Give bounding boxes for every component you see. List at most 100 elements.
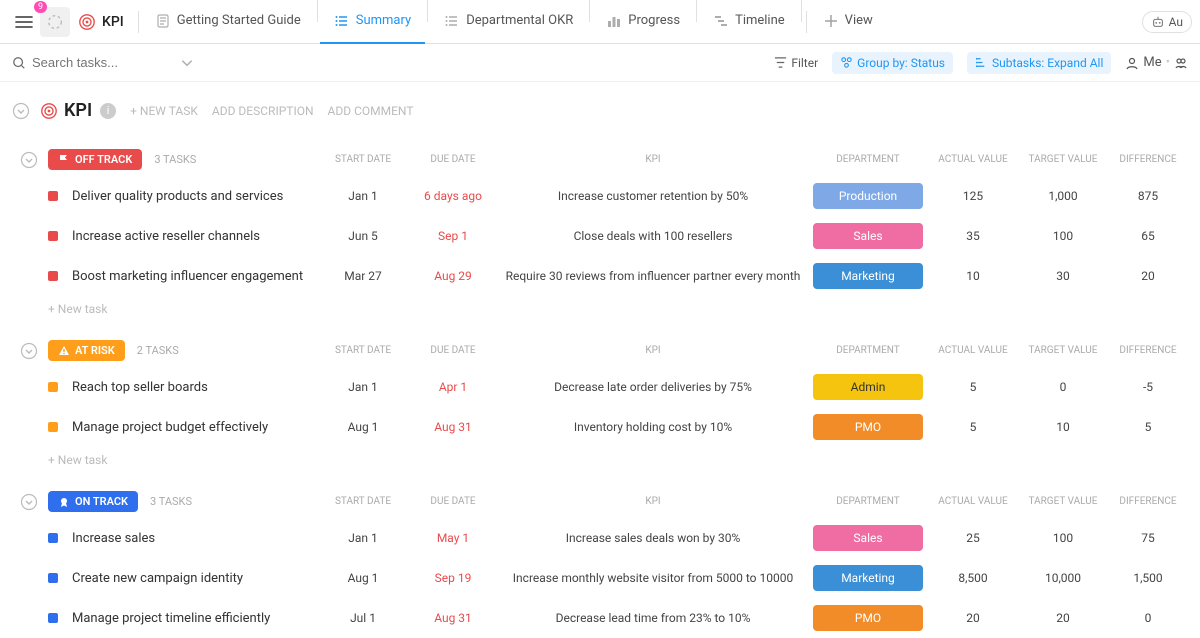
chevron-down-icon[interactable]: [180, 56, 194, 70]
difference-value[interactable]: 65: [1108, 229, 1188, 243]
kpi-text[interactable]: Close deals with 100 resellers: [498, 229, 808, 243]
actual-value[interactable]: 10: [928, 269, 1018, 283]
target-value[interactable]: 100: [1018, 229, 1108, 243]
status-square-icon[interactable]: [48, 382, 58, 392]
kpi-text[interactable]: Require 30 reviews from influencer partn…: [498, 269, 808, 283]
status-square-icon[interactable]: [48, 573, 58, 583]
status-square-icon[interactable]: [48, 533, 58, 543]
task-name[interactable]: Manage project timeline efficiently: [72, 611, 318, 626]
difference-value[interactable]: 20: [1108, 269, 1188, 283]
due-date[interactable]: Sep 1: [408, 229, 498, 243]
status-chip[interactable]: AT RISK: [48, 340, 125, 361]
kpi-text[interactable]: Decrease lead time from 23% to 10%: [498, 611, 808, 625]
dept-cell[interactable]: Sales: [808, 223, 928, 249]
automation-button[interactable]: Au: [1142, 11, 1192, 33]
status-square-icon[interactable]: [48, 271, 58, 281]
actual-value[interactable]: 35: [928, 229, 1018, 243]
start-date[interactable]: Aug 1: [318, 420, 408, 434]
target-value[interactable]: 20: [1018, 611, 1108, 625]
collapse-icon[interactable]: [20, 342, 38, 360]
new-task-link[interactable]: + New task: [0, 447, 1200, 473]
dept-cell[interactable]: Marketing: [808, 565, 928, 591]
target-value[interactable]: 30: [1018, 269, 1108, 283]
dept-cell[interactable]: Marketing: [808, 263, 928, 289]
actual-value[interactable]: 25: [928, 531, 1018, 545]
workspace-switch[interactable]: 9: [40, 7, 70, 37]
actual-value[interactable]: 8,500: [928, 571, 1018, 585]
add-description-button[interactable]: ADD DESCRIPTION: [212, 104, 314, 118]
due-date[interactable]: Apr 1: [408, 380, 498, 394]
dept-cell[interactable]: PMO: [808, 414, 928, 440]
target-value[interactable]: 0: [1018, 380, 1108, 394]
due-date[interactable]: 6 days ago: [408, 189, 498, 203]
new-task-button[interactable]: + NEW TASK: [130, 104, 198, 118]
target-value[interactable]: 10,000: [1018, 571, 1108, 585]
actual-value[interactable]: 20: [928, 611, 1018, 625]
target-value[interactable]: 10: [1018, 420, 1108, 434]
due-date[interactable]: Aug 31: [408, 611, 498, 625]
new-task-link[interactable]: + New task: [0, 296, 1200, 322]
actual-value[interactable]: 5: [928, 420, 1018, 434]
start-date[interactable]: Jan 1: [318, 531, 408, 545]
difference-value[interactable]: 75: [1108, 531, 1188, 545]
tab-departmental-okr[interactable]: Departmental OKR: [430, 0, 587, 44]
collapse-icon[interactable]: [20, 151, 38, 169]
status-square-icon[interactable]: [48, 191, 58, 201]
start-date[interactable]: Aug 1: [318, 571, 408, 585]
task-name[interactable]: Manage project budget effectively: [72, 420, 318, 435]
due-date[interactable]: Sep 19: [408, 571, 498, 585]
difference-value[interactable]: -5: [1108, 380, 1188, 394]
due-date[interactable]: May 1: [408, 531, 498, 545]
start-date[interactable]: Jul 1: [318, 611, 408, 625]
tab-getting-started-guide[interactable]: Getting Started Guide: [141, 0, 315, 44]
start-date[interactable]: Jan 1: [318, 380, 408, 394]
kpi-text[interactable]: Decrease late order deliveries by 75%: [498, 380, 808, 394]
task-row[interactable]: Manage project timeline efficientlyJul 1…: [0, 598, 1200, 638]
due-date[interactable]: Aug 31: [408, 420, 498, 434]
assignee-filter[interactable]: Me •: [1125, 55, 1188, 70]
status-chip[interactable]: ON TRACK: [48, 491, 138, 512]
difference-value[interactable]: 875: [1108, 189, 1188, 203]
subtasks-button[interactable]: Subtasks: Expand All: [967, 52, 1111, 74]
start-date[interactable]: Jun 5: [318, 229, 408, 243]
task-row[interactable]: Deliver quality products and servicesJan…: [0, 176, 1200, 216]
search-box[interactable]: [12, 55, 200, 70]
due-date[interactable]: Aug 29: [408, 269, 498, 283]
collapse-icon[interactable]: [20, 493, 38, 511]
task-row[interactable]: Boost marketing influencer engagementMar…: [0, 256, 1200, 296]
dept-cell[interactable]: Sales: [808, 525, 928, 551]
actual-value[interactable]: 125: [928, 189, 1018, 203]
dept-cell[interactable]: Production: [808, 183, 928, 209]
kpi-text[interactable]: Increase sales deals won by 30%: [498, 531, 808, 545]
task-name[interactable]: Deliver quality products and services: [72, 189, 318, 204]
start-date[interactable]: Mar 27: [318, 269, 408, 283]
kpi-text[interactable]: Increase monthly website visitor from 50…: [498, 571, 808, 585]
dept-cell[interactable]: Admin: [808, 374, 928, 400]
info-icon[interactable]: i: [100, 103, 116, 119]
status-square-icon[interactable]: [48, 231, 58, 241]
tab-progress[interactable]: Progress: [592, 0, 694, 44]
collapse-all-icon[interactable]: [12, 102, 30, 120]
task-row[interactable]: Manage project budget effectivelyAug 1Au…: [0, 407, 1200, 447]
task-row[interactable]: Reach top seller boardsJan 1Apr 1Decreas…: [0, 367, 1200, 407]
task-row[interactable]: Create new campaign identityAug 1Sep 19I…: [0, 558, 1200, 598]
target-value[interactable]: 1,000: [1018, 189, 1108, 203]
task-row[interactable]: Increase salesJan 1May 1Increase sales d…: [0, 518, 1200, 558]
search-input[interactable]: [32, 55, 152, 70]
task-row[interactable]: Increase active reseller channelsJun 5Se…: [0, 216, 1200, 256]
difference-value[interactable]: 5: [1108, 420, 1188, 434]
task-name[interactable]: Reach top seller boards: [72, 380, 318, 395]
kpi-text[interactable]: Inventory holding cost by 10%: [498, 420, 808, 434]
status-square-icon[interactable]: [48, 422, 58, 432]
status-square-icon[interactable]: [48, 613, 58, 623]
status-chip[interactable]: OFF TRACK: [48, 149, 142, 170]
start-date[interactable]: Jan 1: [318, 189, 408, 203]
group-by-button[interactable]: Group by: Status: [832, 52, 953, 74]
difference-value[interactable]: 0: [1108, 611, 1188, 625]
task-name[interactable]: Boost marketing influencer engagement: [72, 269, 318, 284]
task-name[interactable]: Increase sales: [72, 531, 318, 546]
add-comment-button[interactable]: ADD COMMENT: [328, 104, 414, 118]
difference-value[interactable]: 1,500: [1108, 571, 1188, 585]
task-name[interactable]: Create new campaign identity: [72, 571, 318, 586]
tab-summary[interactable]: Summary: [320, 0, 425, 44]
